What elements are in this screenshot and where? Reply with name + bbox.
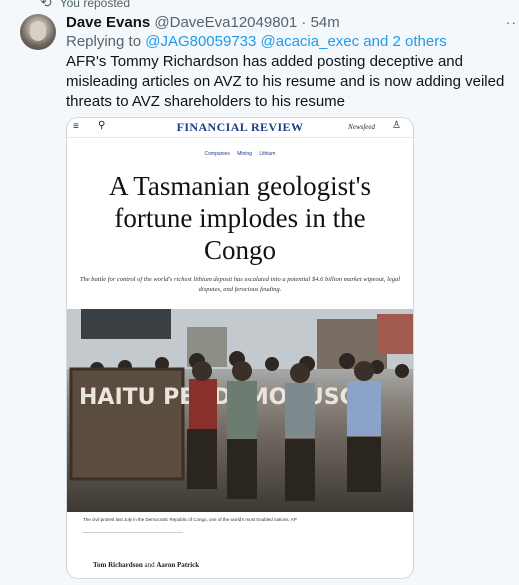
protest-photo: HAITU PENDI MONUSCO: [67, 309, 413, 512]
more-icon[interactable]: ··: [506, 14, 517, 30]
timestamp[interactable]: 54m: [311, 14, 340, 31]
user-handle[interactable]: @DaveEva12049801: [154, 14, 297, 31]
user-icon: ♙: [392, 120, 401, 131]
display-name[interactable]: Dave Evans: [66, 14, 150, 31]
tweet-header: Dave Evans @DaveEva12049801 · 54m: [66, 14, 340, 31]
article-tags: Companies Mining Lithium: [204, 151, 276, 157]
newsfeed-label: Newsfeed: [348, 123, 375, 131]
tweet[interactable]: ⟲ You reposted Dave Evans @DaveEva120498…: [0, 0, 519, 585]
photo-caption: The civil protest last July in the Democ…: [83, 517, 297, 522]
byline-and: and: [144, 561, 155, 569]
article-headline: A Tasmanian geologist's fortune implodes…: [109, 171, 371, 265]
tweet-text: AFR's Tommy Richardson has added posting…: [66, 53, 505, 110]
repost-icon: ⟲: [40, 0, 52, 10]
byline: Tom Richardson and Aaron Patrick: [93, 561, 199, 569]
article-image-card[interactable]: ≡ ⚲ FINANCIAL REVIEW Newsfeed ♙ Companie…: [66, 117, 414, 579]
reply-prefix: Replying to: [66, 33, 142, 50]
byline-author-2[interactable]: Aaron Patrick: [156, 561, 199, 569]
avatar[interactable]: [20, 14, 56, 50]
separator: ·: [301, 14, 307, 31]
repost-label: You reposted: [59, 0, 131, 10]
byline-author-1[interactable]: Tom Richardson: [93, 561, 143, 569]
reply-context: Replying to @JAG80059733 @acacia_exec an…: [66, 33, 447, 50]
article-topbar: ≡ ⚲ FINANCIAL REVIEW Newsfeed ♙: [67, 118, 413, 138]
article-standfirst: The battle for control of the world's ri…: [79, 276, 401, 293]
repost-indicator: ⟲ You reposted: [40, 0, 130, 11]
reply-targets[interactable]: @JAG80059733 @acacia_exec and 2 others: [145, 33, 446, 50]
sign-text: HAITU PENDI MONUSCO: [79, 385, 374, 410]
